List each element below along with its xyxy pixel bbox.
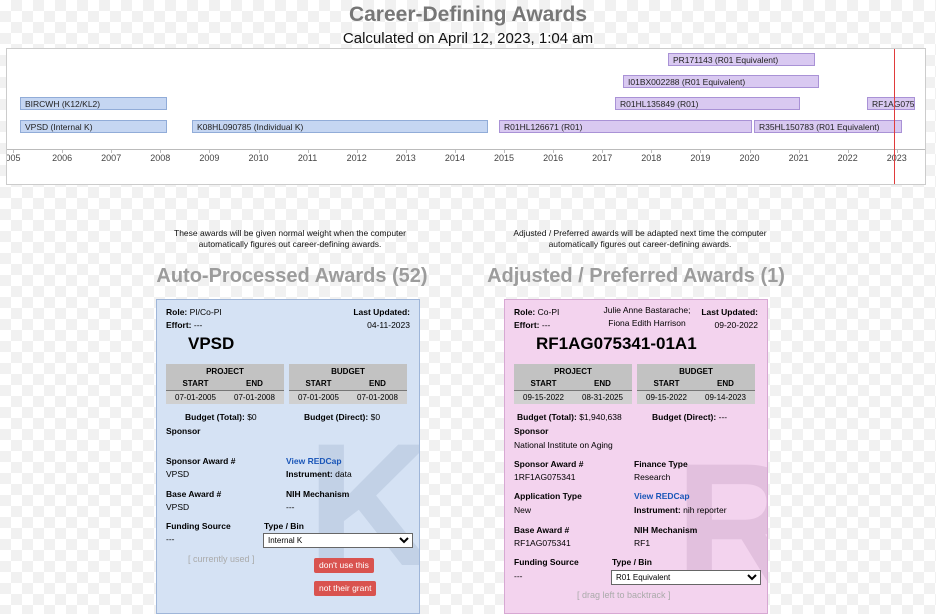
instrument-value: data <box>335 469 352 479</box>
year-label: 2007 <box>101 153 122 163</box>
timeline-bar[interactable]: R01HL135849 (R01) <box>615 97 800 110</box>
last-updated-value: 04-11-2023 <box>367 320 410 330</box>
investigator-2: Fiona Edith Harrison <box>608 318 686 328</box>
year-label: 2010 <box>248 153 269 163</box>
year-label: 2008 <box>150 153 171 163</box>
funding-source-value: --- <box>514 571 523 581</box>
application-type-value: New <box>514 505 532 515</box>
nih-mechanism-value: --- <box>286 502 295 512</box>
adjusted-heading: Adjusted / Preferred Awards (1) <box>487 265 785 287</box>
dont-use-this-button[interactable]: don't use this <box>314 558 374 573</box>
timeline-bar[interactable]: VPSD (Internal K) <box>20 120 167 133</box>
timeline-bar[interactable]: K08HL090785 (Individual K) <box>192 120 488 133</box>
year-label: 2006 <box>52 153 73 163</box>
year-label: 2015 <box>493 153 515 163</box>
sponsor-label: Sponsor <box>166 426 201 436</box>
timeline-bar[interactable]: BIRCWH (K12/KL2) <box>20 97 167 110</box>
sponsor-label: Sponsor <box>514 426 549 436</box>
last-updated-label: Last Updated: <box>701 307 758 317</box>
year-label: 2018 <box>641 153 662 163</box>
award-card-vpsd[interactable]: K Role: PI/Co-PI Effort: --- Last Update… <box>156 299 420 614</box>
timeline-bar[interactable]: PR171143 (R01 Equivalent) <box>668 53 815 66</box>
timeline-bar[interactable]: RF1AG075 <box>867 97 915 110</box>
adjusted-note: Adjusted / Preferred awards will be adap… <box>513 228 767 249</box>
application-type-label: Application Type <box>514 491 582 501</box>
award-name: VPSD <box>188 334 235 353</box>
status-text: [ currently used ] <box>188 554 255 564</box>
role-value: Co-PI <box>537 307 560 317</box>
last-updated-value: 09-20-2022 <box>714 320 758 330</box>
nih-mechanism-label: NIH Mechanism <box>634 525 698 535</box>
project-dates: PROJECT START END 07-01-2005 07-01-2008 <box>166 364 284 404</box>
year-label: 2009 <box>199 153 220 163</box>
type-bin-label: Type / Bin <box>612 557 652 567</box>
budget-direct: $0 <box>370 412 381 422</box>
last-updated-label: Last Updated: <box>353 307 410 317</box>
finance-type-value: Research <box>634 472 671 482</box>
base-award-label: Base Award # <box>166 489 222 499</box>
funding-source-value: --- <box>166 534 175 544</box>
finance-type-label: Finance Type <box>634 459 688 469</box>
timeline-bar[interactable]: R01HL126671 (R01) <box>499 120 752 133</box>
role-value: PI/Co-PI <box>189 307 222 317</box>
award-name: RF1AG075341-01A1 <box>536 334 697 353</box>
drag-hint: [ drag left to backtrack ] <box>577 590 671 600</box>
effort-value: --- <box>541 320 551 330</box>
page-subtitle: Calculated on April 12, 2023, 1:04 am <box>342 30 594 47</box>
timeline-bar[interactable]: R35HL150783 (R01 Equivalent) <box>754 120 902 133</box>
current-date-marker <box>894 49 895 184</box>
base-award-value: RF1AG075341 <box>514 538 571 548</box>
sponsor-award-label: Sponsor Award # <box>514 459 584 469</box>
year-label: 2011 <box>297 153 318 163</box>
year-label: 2022 <box>837 153 858 163</box>
type-bin-select[interactable]: Internal K <box>263 533 413 548</box>
award-card-rf1ag075341[interactable]: R Role: Co-PI Effort: --- Julie Anne Bas… <box>504 299 768 614</box>
budget-dates: BUDGET START END 07-01-2005 07-01-2008 <box>289 364 407 404</box>
type-bin-label: Type / Bin <box>264 521 304 531</box>
view-redcap-link[interactable]: View REDCap <box>634 491 690 501</box>
instrument-value: nih reporter <box>683 505 727 515</box>
nih-mechanism-value: RF1 <box>634 538 651 548</box>
base-award-value: VPSD <box>166 502 190 512</box>
timeline-bar[interactable]: I01BX002288 (R01 Equivalent) <box>623 75 819 88</box>
sponsor-value: National Institute on Aging <box>514 440 613 450</box>
year-label: 005 <box>6 153 21 163</box>
view-redcap-link[interactable]: View REDCap <box>286 456 342 466</box>
sponsor-award-value: VPSD <box>166 469 190 479</box>
year-label: 2021 <box>788 153 809 163</box>
nih-mechanism-label: NIH Mechanism <box>286 489 350 499</box>
auto-note: These awards will be given normal weight… <box>174 228 406 249</box>
year-label: 2013 <box>395 153 416 163</box>
page-title: Career-Defining Awards <box>348 3 588 26</box>
not-their-grant-button[interactable]: not their grant <box>314 581 377 596</box>
sponsor-award-label: Sponsor Award # <box>166 456 236 466</box>
budget-direct: --- <box>718 412 728 422</box>
type-bin-select[interactable]: R01 Equivalent <box>611 570 761 585</box>
awards-timeline[interactable]: PR171143 (R01 Equivalent) I01BX002288 (R… <box>6 48 926 185</box>
funding-source-label: Funding Source <box>514 557 579 567</box>
base-award-label: Base Award # <box>514 525 570 535</box>
budget-total: $1,940,638 <box>579 412 622 422</box>
year-label: 2019 <box>690 153 711 163</box>
sponsor-award-value: 1RF1AG075341 <box>514 472 576 482</box>
year-label: 2014 <box>444 153 465 163</box>
timeline-axis <box>7 149 925 150</box>
year-label: 2017 <box>592 153 613 163</box>
year-label: 2012 <box>346 153 367 163</box>
budget-dates: BUDGET START END 09-15-2022 09-14-2023 <box>637 364 755 404</box>
budget-total: $0 <box>247 412 257 422</box>
project-dates: PROJECT START END 09-15-2022 08-31-2025 <box>514 364 632 404</box>
auto-heading: Auto-Processed Awards (52) <box>156 265 428 287</box>
funding-source-label: Funding Source <box>166 521 231 531</box>
investigator-1: Julie Anne Bastarache; <box>603 305 691 315</box>
year-label: 2016 <box>543 153 564 163</box>
effort-value: --- <box>193 320 203 330</box>
year-label: 2023 <box>886 153 907 163</box>
year-label: 2020 <box>739 153 760 163</box>
